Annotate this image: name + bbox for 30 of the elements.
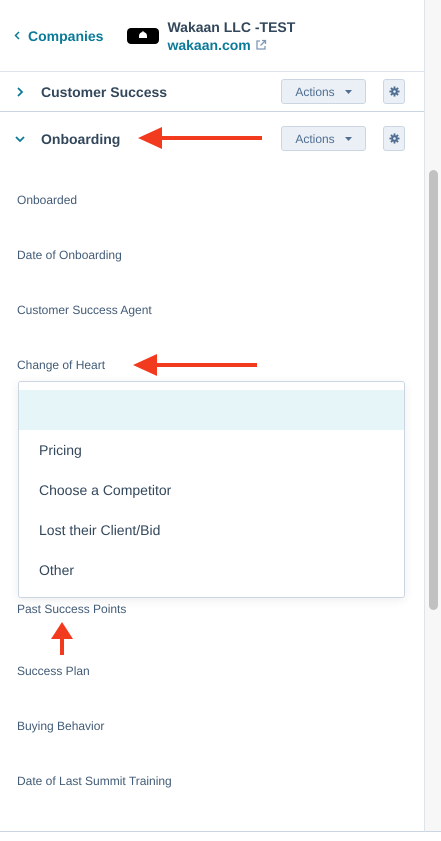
section-title: Customer Success: [41, 84, 168, 100]
field-label: Buying Behavior: [17, 719, 104, 733]
settings-icon: [388, 133, 400, 144]
field-label: Change of Heart: [17, 358, 106, 372]
section-title: Onboarding: [41, 130, 120, 146]
field-label: Customer Success Agent: [17, 303, 152, 317]
back-link[interactable]: Companies: [14, 28, 104, 44]
settings-button[interactable]: [383, 79, 405, 104]
company-name: Wakaan LLC -TEST: [167, 18, 296, 34]
caret-icon: [344, 90, 352, 94]
annotation-arrow: [50, 621, 74, 657]
external-link-icon[interactable]: [254, 38, 267, 50]
dropdown-option[interactable]: Choose a Competitor: [19, 470, 404, 510]
scrollbar-thumb[interactable]: [428, 170, 438, 610]
field-label: Success Plan: [17, 664, 90, 678]
field-label: Onboarded: [17, 193, 78, 207]
settings-button[interactable]: [383, 126, 405, 151]
settings-icon: [388, 86, 400, 97]
field-label: Date of Onboarding: [17, 248, 122, 262]
field-label: Date of Last Summit Training: [17, 774, 172, 788]
field-label: Past Success Points: [17, 602, 126, 616]
company-logo-icon: [127, 28, 160, 44]
dropdown-option[interactable]: Other: [19, 550, 404, 590]
dropdown-option[interactable]: Pricing: [19, 430, 404, 470]
domain-link[interactable]: wakaan.com: [167, 36, 251, 52]
dropdown-option[interactable]: Lost their Client/Bid: [19, 510, 404, 550]
actions-button[interactable]: Actions: [281, 79, 366, 104]
back-chevron-icon[interactable]: [14, 31, 20, 40]
actions-button[interactable]: Actions: [281, 126, 366, 151]
caret-icon: [344, 136, 352, 140]
